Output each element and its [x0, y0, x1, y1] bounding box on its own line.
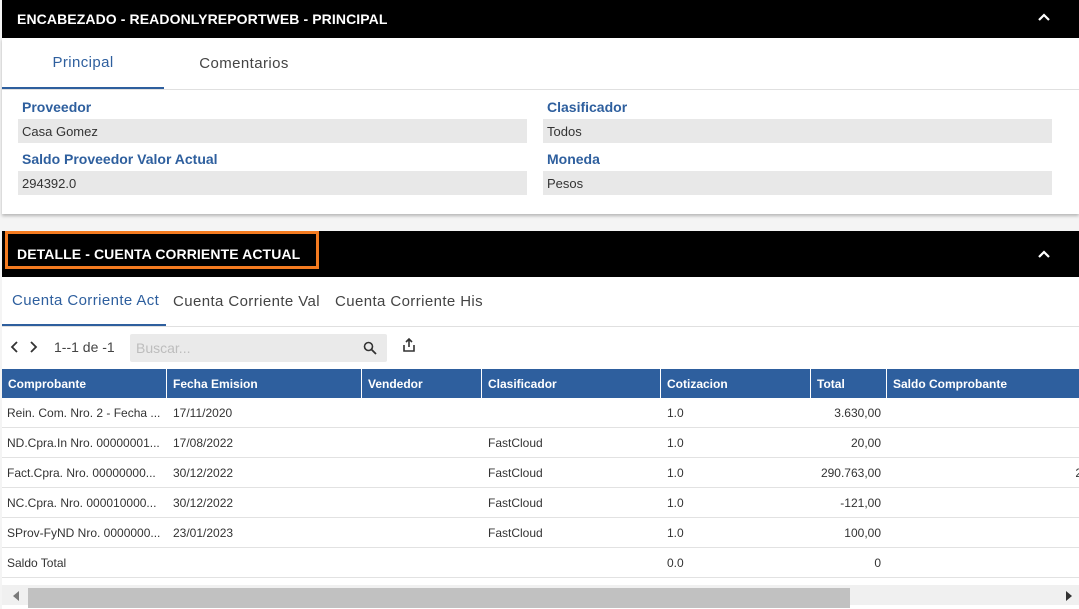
tab-label: Cuenta Corriente His [335, 293, 484, 310]
moneda-field: Pesos [543, 171, 1052, 195]
cell-vendedor [368, 518, 478, 548]
detail-panel-bar[interactable]: DETALLE - CUENTA CORRIENTE ACTUAL [2, 231, 1079, 277]
cell-cotizacion: 0.0 [667, 556, 684, 570]
cell-cotizacion: 1.0 [667, 406, 684, 420]
chevron-up-icon[interactable] [1037, 248, 1051, 262]
cell-fecha [173, 548, 353, 578]
cell-total: 20,00 [850, 436, 881, 450]
scroll-right-icon[interactable] [1065, 591, 1073, 601]
export-icon[interactable] [401, 337, 417, 353]
column-header-vendedor[interactable]: Vendedor [362, 369, 482, 398]
tab-cuenta-corriente-act[interactable]: Cuenta Corriente Act [2, 277, 166, 326]
cell-comprobante: Saldo Total [7, 556, 67, 570]
detail-card: Cuenta Corriente Act Cuenta Corriente Va… [2, 277, 1079, 609]
cell-clasificador: FastCloud [488, 436, 543, 450]
cell-clasificador: FastCloud [488, 496, 543, 510]
header-panel-bar[interactable]: ENCABEZADO - READONLYREPORTWEB - PRINCIP… [2, 0, 1079, 38]
cell-saldo [887, 518, 1079, 548]
tab-cuenta-corriente-his[interactable]: Cuenta Corriente His [335, 277, 483, 326]
detail-panel-title: DETALLE - CUENTA CORRIENTE ACTUAL [17, 246, 301, 262]
clasificador-label: Clasificador [547, 99, 628, 115]
cell-cotizacion: 1.0 [667, 526, 684, 540]
proveedor-field: Casa Gomez [18, 119, 527, 143]
cell-saldo: 2 [1075, 466, 1079, 480]
header-card: Principal Comentarios Proveedor Casa Gom… [2, 38, 1079, 214]
scroll-left-icon[interactable] [12, 591, 20, 601]
cell-total: 3.630,00 [834, 406, 881, 420]
grid-header-row: Comprobante Fecha Emision Vendedor Clasi… [2, 369, 1079, 398]
cell-vendedor [368, 548, 478, 578]
saldo-proveedor-label: Saldo Proveedor Valor Actual [22, 151, 218, 167]
tab-comentarios-label: Comentarios [199, 55, 289, 72]
moneda-label: Moneda [547, 151, 600, 167]
cell-saldo [887, 548, 1079, 578]
cell-total: -121,00 [840, 496, 881, 510]
cell-total: 100,00 [844, 526, 881, 540]
table-row[interactable]: NC.Cpra. Nro. 000010000... 30/12/2022 Fa… [2, 488, 1079, 518]
cell-total: 0 [874, 556, 881, 570]
cell-vendedor [368, 458, 478, 488]
cell-cotizacion: 1.0 [667, 466, 684, 480]
tab-cuenta-corriente-val[interactable]: Cuenta Corriente Val [173, 277, 320, 326]
cell-vendedor [368, 488, 478, 518]
cell-fecha: 17/08/2022 [173, 436, 234, 450]
cell-clasificador [488, 398, 658, 428]
header-panel-title: ENCABEZADO - READONLYREPORTWEB - PRINCIP… [17, 11, 388, 27]
grid-toolbar: 1--1 de -1 [2, 332, 1079, 364]
cell-fecha: 30/12/2022 [173, 496, 234, 510]
table-row-total[interactable]: Saldo Total 0.0 0 [2, 548, 1079, 578]
chevron-right-icon[interactable] [26, 340, 40, 354]
table-row[interactable]: ND.Cpra.In Nro. 00000001... 17/08/2022 F… [2, 428, 1079, 458]
cell-vendedor [368, 428, 478, 458]
table-row[interactable]: SProv-FyND Nro. 0000000... 23/01/2023 Fa… [2, 518, 1079, 548]
cell-comprobante: Rein. Com. Nro. 2 - Fecha ... [7, 406, 161, 420]
column-header-saldo-comprobante[interactable]: Saldo Comprobante [887, 369, 1079, 398]
cell-saldo [887, 488, 1079, 518]
table-row[interactable]: Fact.Cpra. Nro. 00000000... 30/12/2022 F… [2, 458, 1079, 488]
cell-total: 290.763,00 [820, 466, 881, 480]
tab-label: Cuenta Corriente Val [173, 293, 320, 310]
tab-principal-label: Principal [52, 54, 114, 71]
cell-cotizacion: 1.0 [667, 436, 684, 450]
chevron-up-icon[interactable] [1037, 11, 1051, 25]
search-icon[interactable] [363, 341, 377, 355]
detail-tabs: Cuenta Corriente Act Cuenta Corriente Va… [2, 277, 1079, 327]
search-input[interactable] [130, 334, 350, 362]
cell-clasificador: FastCloud [488, 526, 543, 540]
saldo-proveedor-field: 294392.0 [18, 171, 527, 195]
cell-fecha: 17/11/2020 [173, 406, 233, 420]
cell-vendedor [368, 398, 478, 428]
cell-comprobante: SProv-FyND Nro. 0000000... [7, 526, 161, 540]
tab-label: Cuenta Corriente Act [12, 292, 160, 309]
cell-fecha: 30/12/2022 [173, 466, 234, 480]
table-row[interactable]: Rein. Com. Nro. 2 - Fecha ... 17/11/2020… [2, 398, 1079, 428]
column-header-comprobante[interactable]: Comprobante [2, 369, 167, 398]
clasificador-field: Todos [543, 119, 1052, 143]
pager-text: 1--1 de -1 [54, 339, 115, 355]
proveedor-label: Proveedor [22, 99, 92, 115]
column-header-total[interactable]: Total [811, 369, 887, 398]
cell-comprobante: NC.Cpra. Nro. 000010000... [7, 496, 157, 510]
column-header-clasificador[interactable]: Clasificador [482, 369, 661, 398]
cell-saldo [887, 428, 1079, 458]
column-header-cotizacion[interactable]: Cotizacion [661, 369, 811, 398]
cell-clasificador: FastCloud [488, 466, 543, 480]
chevron-left-icon[interactable] [8, 340, 22, 354]
scrollbar-thumb[interactable] [28, 588, 850, 608]
cell-fecha: 23/01/2023 [173, 526, 234, 540]
column-header-fecha-emision[interactable]: Fecha Emision [167, 369, 362, 398]
cell-comprobante: Fact.Cpra. Nro. 00000000... [7, 466, 156, 480]
cell-clasificador [488, 548, 658, 578]
search-box[interactable] [130, 334, 387, 362]
tab-principal[interactable]: Principal [2, 38, 164, 89]
horizontal-scrollbar[interactable] [2, 585, 1079, 608]
tab-comentarios[interactable]: Comentarios [164, 38, 324, 89]
cell-saldo [887, 398, 1079, 428]
cell-comprobante: ND.Cpra.In Nro. 00000001... [7, 436, 160, 450]
header-tabs: Principal Comentarios [2, 38, 1079, 90]
cell-cotizacion: 1.0 [667, 496, 684, 510]
